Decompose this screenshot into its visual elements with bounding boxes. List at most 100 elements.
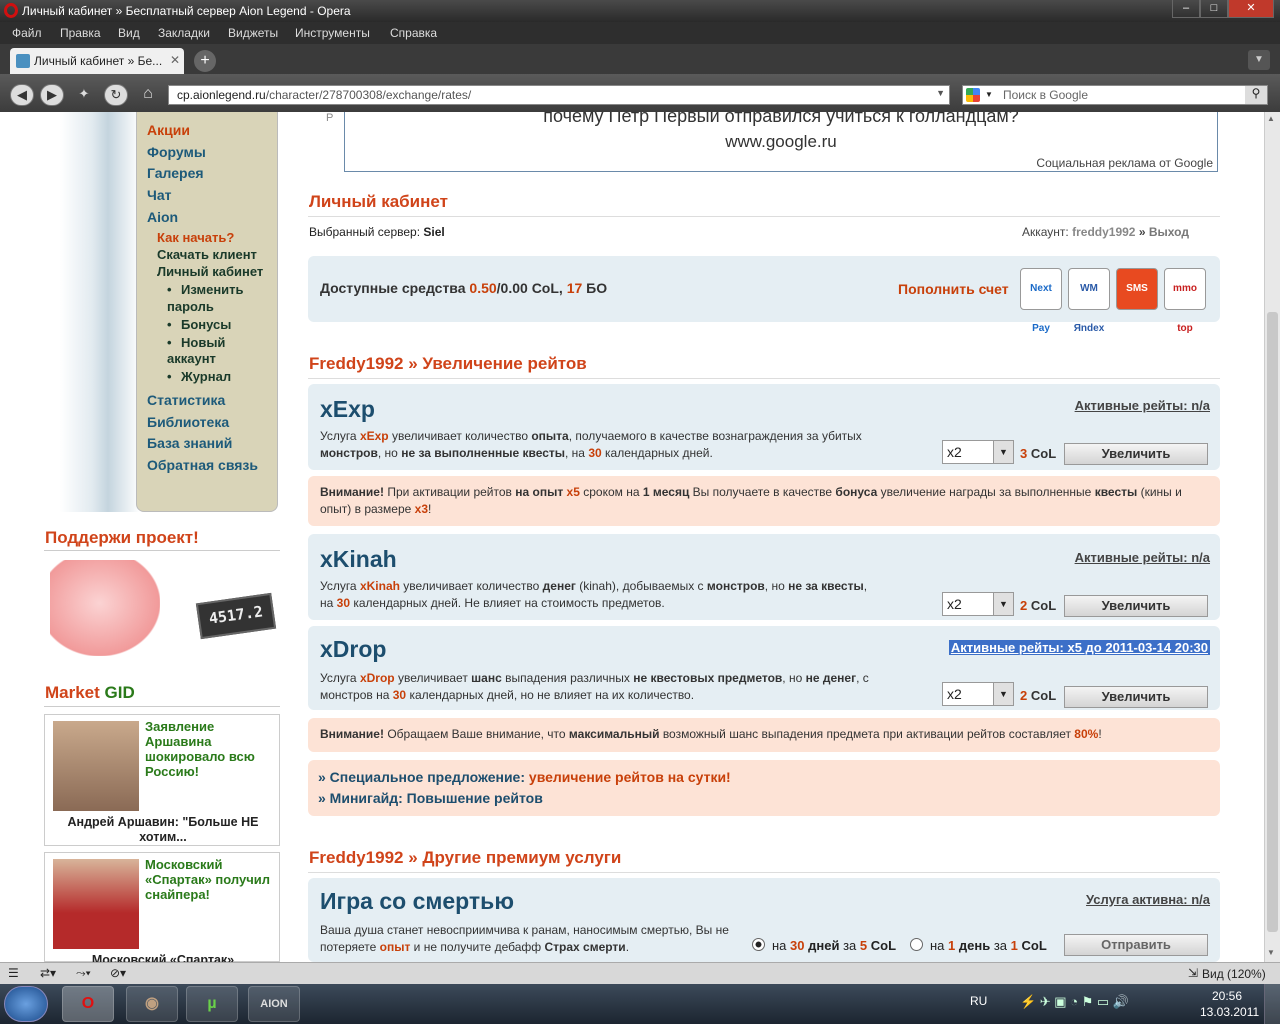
sidebar-item-knowledge[interactable]: База знаний: [147, 435, 232, 451]
miniguide-link[interactable]: » Минигайд: Повышение рейтов: [318, 790, 543, 806]
piggy-bank-image[interactable]: [50, 560, 160, 656]
special-offer-label[interactable]: » Специальное предложение:: [318, 769, 525, 785]
new-tab-button[interactable]: +: [194, 50, 216, 72]
xdrop-increase-button[interactable]: Увеличить: [1064, 686, 1208, 708]
mmotop-icon[interactable]: mmo top: [1164, 268, 1206, 334]
forward-button[interactable]: ▶: [40, 84, 64, 106]
chevron-down-icon[interactable]: ▼: [993, 441, 1013, 463]
nextpay-icon[interactable]: Next Pay: [1020, 268, 1062, 334]
radio-1-day[interactable]: [910, 938, 923, 951]
sidebar-item-actions[interactable]: Акции: [147, 122, 190, 138]
option-30-days[interactable]: на 30 дней за 5 CoL: [772, 938, 896, 953]
sidebar-item-chat[interactable]: Чат: [147, 187, 171, 203]
option-1-day[interactable]: на 1 день за 1 CoL: [930, 938, 1047, 953]
sidebar-item-forums[interactable]: Форумы: [147, 144, 206, 160]
ad-line2[interactable]: www.google.ru: [345, 132, 1217, 152]
menu-bookmarks[interactable]: Закладки: [158, 26, 210, 40]
menu-tools[interactable]: Инструменты: [295, 26, 370, 40]
search-icon[interactable]: ⚲: [1245, 86, 1267, 104]
account-value[interactable]: freddy1992: [1072, 225, 1135, 239]
sidebar-sub-bonuses[interactable]: Бонусы: [181, 317, 231, 332]
chevron-down-icon[interactable]: ▼: [993, 683, 1013, 705]
xdrop-multiplier-select[interactable]: x2 ▼: [942, 682, 1014, 706]
taskbar-opera-icon[interactable]: O: [62, 986, 114, 1022]
xexp-multiplier-select[interactable]: x2 ▼: [942, 440, 1014, 464]
sidebar-sub-how-start[interactable]: Как начать?: [157, 230, 234, 245]
ad-caption[interactable]: Московский «Спартак»: [53, 953, 273, 962]
home-button[interactable]: ⌂: [136, 84, 160, 106]
ad-headline[interactable]: Московский «Спартак» получил снайпера!: [145, 857, 275, 902]
xkinah-active-rates[interactable]: Активные рейты: n/a: [1075, 550, 1210, 565]
topup-link[interactable]: Пополнить счет: [898, 281, 1009, 297]
sidebar-sub-download[interactable]: Скачать клиент: [157, 247, 257, 262]
scroll-down-icon[interactable]: ▼: [1267, 948, 1278, 960]
radio-30-days[interactable]: [752, 938, 765, 951]
sidebar-sub-new-acc-2[interactable]: аккаунт: [167, 351, 216, 366]
clock-time[interactable]: 20:56: [1212, 989, 1242, 1003]
start-button[interactable]: [4, 986, 48, 1022]
sidebar-sub-change-pwd-2[interactable]: пароль: [167, 299, 214, 314]
menu-file[interactable]: Файл: [12, 26, 42, 40]
logout-link[interactable]: Выход: [1149, 225, 1189, 239]
special-offer-text[interactable]: увеличение рейтов на сутки!: [529, 769, 731, 785]
taskbar-aion-icon[interactable]: AION: [248, 986, 300, 1022]
back-button[interactable]: ◀: [10, 84, 34, 106]
sidebar-item-aion[interactable]: Aion: [147, 209, 178, 225]
ad-note[interactable]: Социальная реклама от Google: [1036, 156, 1213, 170]
panel-toggle-icon[interactable]: ☰: [8, 966, 19, 980]
wand-icon[interactable]: ✦: [72, 84, 96, 106]
address-input[interactable]: cp.aionlegend.ru/character/278700308/exc…: [168, 85, 950, 105]
menu-widgets[interactable]: Виджеты: [228, 26, 278, 40]
menu-view[interactable]: Вид: [118, 26, 140, 40]
zoom-icon[interactable]: ⇲: [1188, 966, 1198, 980]
unite-icon[interactable]: ⊘▾: [110, 966, 126, 980]
sidebar-item-feedback[interactable]: Обратная связь: [147, 457, 258, 473]
ad-photo[interactable]: [53, 859, 139, 949]
scrollbar[interactable]: ▲ ▼: [1264, 112, 1280, 962]
search-engine-dropdown-icon[interactable]: ▼: [985, 90, 993, 99]
tab-list-icon[interactable]: ▼: [1248, 50, 1270, 70]
ad-line1[interactable]: почему Петр Первый отправился учиться к …: [345, 112, 1217, 127]
sidebar-item-stats[interactable]: Статистика: [147, 392, 225, 408]
webmoney-yandex-icon[interactable]: WM Яndex: [1068, 268, 1110, 334]
close-window-button[interactable]: ✕: [1228, 0, 1274, 18]
sidebar-item-gallery[interactable]: Галерея: [147, 165, 204, 181]
reload-button[interactable]: ↻: [104, 84, 128, 106]
clock-date[interactable]: 13.03.2011: [1200, 1005, 1259, 1019]
ad-caption[interactable]: Андрей Аршавин: "Больше НЕ хотим...: [53, 815, 273, 845]
ad-photo[interactable]: [53, 721, 139, 811]
ad-headline[interactable]: Заявление Аршавина шокировало всю Россию…: [145, 719, 275, 779]
tab-close-icon[interactable]: ✕: [170, 53, 180, 67]
taskbar-app-icon[interactable]: ◉: [126, 986, 178, 1022]
zoom-level[interactable]: Вид (120%): [1202, 967, 1266, 981]
sync-icon[interactable]: ⇄▾: [40, 966, 56, 980]
scroll-up-icon[interactable]: ▲: [1267, 114, 1278, 126]
xexp-active-rates[interactable]: Активные рейты: n/a: [1075, 398, 1210, 413]
xkinah-increase-button[interactable]: Увеличить: [1064, 595, 1208, 617]
ad-card[interactable]: Заявление Аршавина шокировало всю Россию…: [44, 714, 280, 846]
sidebar-sub-cabinet[interactable]: Личный кабинет: [157, 264, 263, 279]
tab-active[interactable]: Личный кабинет » Бе... ✕: [10, 48, 184, 74]
special-offer-link[interactable]: » Специальное предложение: увеличение ре…: [318, 769, 731, 785]
tray-icons[interactable]: ⚡ ✈ ▣ ◔ ⚑ ▭ 🔊: [1020, 994, 1129, 1010]
language-indicator[interactable]: RU: [970, 994, 987, 1008]
maximize-button[interactable]: □: [1200, 0, 1228, 18]
sms-icon[interactable]: SMS: [1116, 268, 1158, 310]
show-desktop-button[interactable]: [1264, 984, 1280, 1024]
google-ad-block[interactable]: почему Петр Первый отправился учиться к …: [344, 112, 1218, 172]
menu-help[interactable]: Справка: [390, 26, 437, 40]
turbo-icon[interactable]: ⤳▾: [76, 966, 91, 981]
menu-edit[interactable]: Правка: [60, 26, 101, 40]
chevron-down-icon[interactable]: ▼: [993, 593, 1013, 615]
minimize-button[interactable]: –: [1172, 0, 1200, 18]
send-button[interactable]: Отправить: [1064, 934, 1208, 956]
url-dropdown-icon[interactable]: ▼: [936, 88, 945, 98]
taskbar-utorrent-icon[interactable]: µ: [186, 986, 238, 1022]
xdrop-active-rates[interactable]: Активные рейты: x5 до 2011-03-14 20:30: [948, 640, 1210, 655]
sidebar-sub-new-acc[interactable]: Новый: [181, 335, 225, 350]
sidebar-item-library[interactable]: Библиотека: [147, 414, 229, 430]
ad-card[interactable]: Московский «Спартак» получил снайпера! М…: [44, 852, 280, 962]
sidebar-sub-journal[interactable]: Журнал: [181, 369, 231, 384]
search-input[interactable]: ▼ Поиск в Google ⚲: [962, 85, 1268, 105]
xexp-increase-button[interactable]: Увеличить: [1064, 443, 1208, 465]
